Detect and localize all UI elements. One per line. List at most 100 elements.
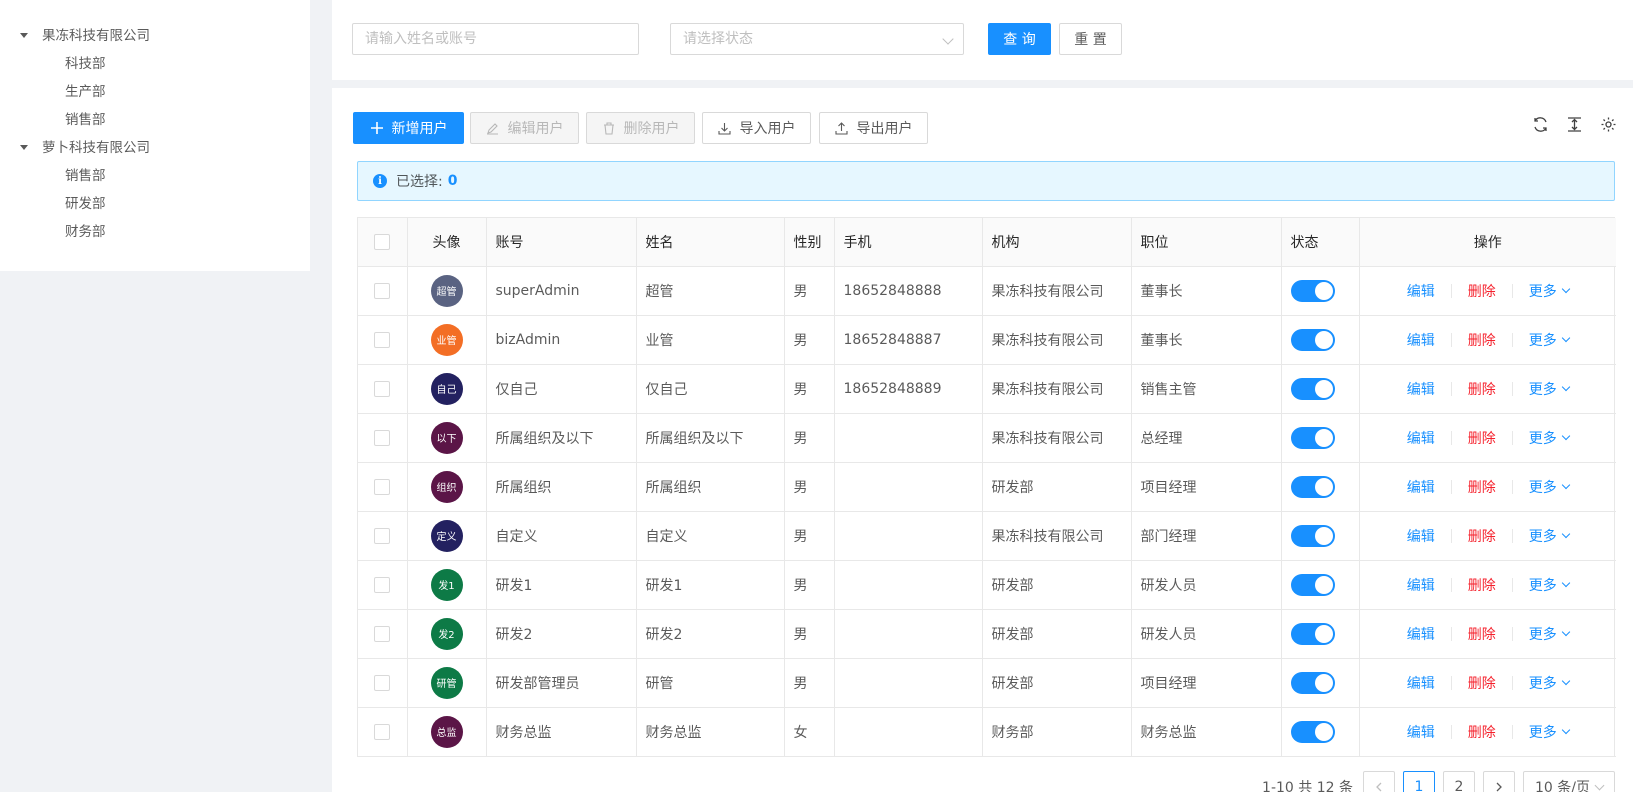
delete-link[interactable]: 删除 xyxy=(1468,624,1496,644)
status-switch[interactable] xyxy=(1290,720,1335,743)
row-checkbox[interactable] xyxy=(374,331,391,348)
status-switch[interactable] xyxy=(1290,524,1335,547)
status-switch[interactable] xyxy=(1290,377,1335,400)
query-button[interactable]: 查 询 xyxy=(988,23,1051,55)
prev-page-button[interactable] xyxy=(1363,771,1395,792)
tree-node-dept[interactable]: 财务部 xyxy=(18,218,150,246)
tree-node-dept[interactable]: 生产部 xyxy=(18,78,150,106)
chevron-down-icon xyxy=(1561,627,1570,636)
refresh-icon[interactable] xyxy=(1532,116,1549,133)
row-checkbox[interactable] xyxy=(374,429,391,446)
status-switch[interactable] xyxy=(1290,279,1335,302)
status-select[interactable]: 请选择状态 xyxy=(670,23,964,55)
edit-link[interactable]: 编辑 xyxy=(1407,624,1435,644)
edit-link[interactable]: 编辑 xyxy=(1407,330,1435,350)
avatar-cell: 组织 xyxy=(407,462,487,512)
table-body: 超管 superAdmin 超管男 18652848888 果冻科技有限公司 董事长 编辑删… xyxy=(358,266,1616,757)
export-user-button[interactable]: 导出用户 xyxy=(819,112,928,144)
page-1-button[interactable]: 1 xyxy=(1403,771,1435,792)
edit-link[interactable]: 编辑 xyxy=(1407,477,1435,497)
more-dropdown[interactable]: 更多 xyxy=(1529,575,1570,595)
row-checkbox[interactable] xyxy=(374,723,391,740)
import-user-button[interactable]: 导入用户 xyxy=(702,112,811,144)
avatar: 自己 xyxy=(430,372,463,405)
tree-node-dept[interactable]: 销售部 xyxy=(18,162,150,190)
delete-link[interactable]: 删除 xyxy=(1468,477,1496,497)
tree-node-dept[interactable]: 销售部 xyxy=(18,106,150,134)
add-user-button[interactable]: 新增用户 xyxy=(353,112,464,144)
account-cell: 研发1 xyxy=(486,560,637,610)
page-size-select[interactable]: 10 条/页 xyxy=(1523,771,1615,792)
chevron-down-icon xyxy=(1594,780,1605,791)
delete-user-label: 删除用户 xyxy=(623,121,680,137)
org-cell: 研发部 xyxy=(982,609,1132,659)
more-dropdown[interactable]: 更多 xyxy=(1529,624,1570,644)
row-checkbox[interactable] xyxy=(374,282,391,299)
edit-link[interactable]: 编辑 xyxy=(1407,379,1435,399)
edit-link[interactable]: 编辑 xyxy=(1407,526,1435,546)
more-dropdown[interactable]: 更多 xyxy=(1529,330,1570,350)
row-checkbox[interactable] xyxy=(374,478,391,495)
delete-user-button[interactable]: 删除用户 xyxy=(586,112,695,144)
status-switch[interactable] xyxy=(1290,622,1335,645)
divider xyxy=(1511,724,1513,739)
status-switch[interactable] xyxy=(1290,671,1335,694)
account-cell: 所属组织及以下 xyxy=(486,413,637,463)
org-cell: 果冻科技有限公司 xyxy=(982,511,1132,561)
edit-link[interactable]: 编辑 xyxy=(1407,281,1435,301)
row-checkbox[interactable] xyxy=(374,527,391,544)
more-dropdown[interactable]: 更多 xyxy=(1528,379,1570,399)
status-cell xyxy=(1281,707,1360,757)
more-dropdown[interactable]: 更多 xyxy=(1529,673,1570,693)
edit-link[interactable]: 编辑 xyxy=(1407,575,1435,595)
edit-link[interactable]: 编辑 xyxy=(1407,428,1435,448)
row-checkbox[interactable] xyxy=(374,576,391,593)
caret-down-icon[interactable] xyxy=(18,22,42,50)
more-dropdown[interactable]: 更多 xyxy=(1529,477,1570,497)
delete-link[interactable]: 删除 xyxy=(1468,526,1496,546)
avatar-cell: 业管 xyxy=(407,315,487,365)
more-dropdown[interactable]: 更多 xyxy=(1529,281,1570,301)
delete-link[interactable]: 删除 xyxy=(1468,673,1496,693)
delete-link[interactable]: 删除 xyxy=(1468,428,1496,448)
table-row: 研管 研发部管理员 研管男研发部 项目经理 编辑 删除 更多 xyxy=(358,658,1616,708)
divider xyxy=(1511,479,1513,494)
tree-node-company[interactable]: 萝卜科技有限公司 xyxy=(18,134,150,162)
delete-link[interactable]: 删除 xyxy=(1468,722,1496,742)
table-row: 总监 财务总监 财务总监女财务部 财务总监 编辑 删除 更多 xyxy=(358,707,1616,757)
delete-link[interactable]: 删除 xyxy=(1468,575,1496,595)
status-switch[interactable] xyxy=(1290,426,1335,449)
page-2-button[interactable]: 2 xyxy=(1443,771,1475,792)
column-height-icon[interactable] xyxy=(1566,116,1583,133)
row-checkbox[interactable] xyxy=(374,625,391,642)
settings-icon[interactable] xyxy=(1600,116,1617,133)
status-switch[interactable] xyxy=(1290,573,1335,596)
delete-link[interactable]: 删除 xyxy=(1468,281,1496,301)
status-switch[interactable] xyxy=(1290,475,1335,498)
caret-down-icon[interactable] xyxy=(18,134,42,162)
select-all-checkbox[interactable] xyxy=(374,233,391,250)
row-checkbox[interactable] xyxy=(374,674,391,691)
gender-cell: 男 xyxy=(784,266,835,316)
status-switch[interactable] xyxy=(1290,328,1335,351)
more-dropdown[interactable]: 更多 xyxy=(1529,526,1570,546)
more-dropdown[interactable]: 更多 xyxy=(1529,428,1570,448)
delete-link[interactable]: 删除 xyxy=(1468,379,1496,399)
tree-node-dept[interactable]: 科技部 xyxy=(18,50,150,78)
name-cell: 财务总监 xyxy=(636,707,785,757)
more-dropdown[interactable]: 更多 xyxy=(1529,722,1570,742)
delete-link[interactable]: 删除 xyxy=(1468,330,1496,350)
tree-node-company[interactable]: 果冻科技有限公司 xyxy=(18,22,150,50)
edit-user-button[interactable]: 编辑用户 xyxy=(470,112,579,144)
row-checkbox[interactable] xyxy=(374,380,391,397)
edit-link[interactable]: 编辑 xyxy=(1407,722,1435,742)
reset-button[interactable]: 重 置 xyxy=(1059,23,1122,55)
account-cell: 自定义 xyxy=(486,511,637,561)
gender-cell: 男 xyxy=(784,315,835,365)
tree-node-dept[interactable]: 研发部 xyxy=(18,190,150,218)
more-label: 更多 xyxy=(1528,381,1557,398)
name-search-input[interactable] xyxy=(352,23,639,55)
edit-link[interactable]: 编辑 xyxy=(1407,673,1435,693)
next-page-button[interactable] xyxy=(1483,771,1515,792)
row-select-cell xyxy=(358,658,408,708)
